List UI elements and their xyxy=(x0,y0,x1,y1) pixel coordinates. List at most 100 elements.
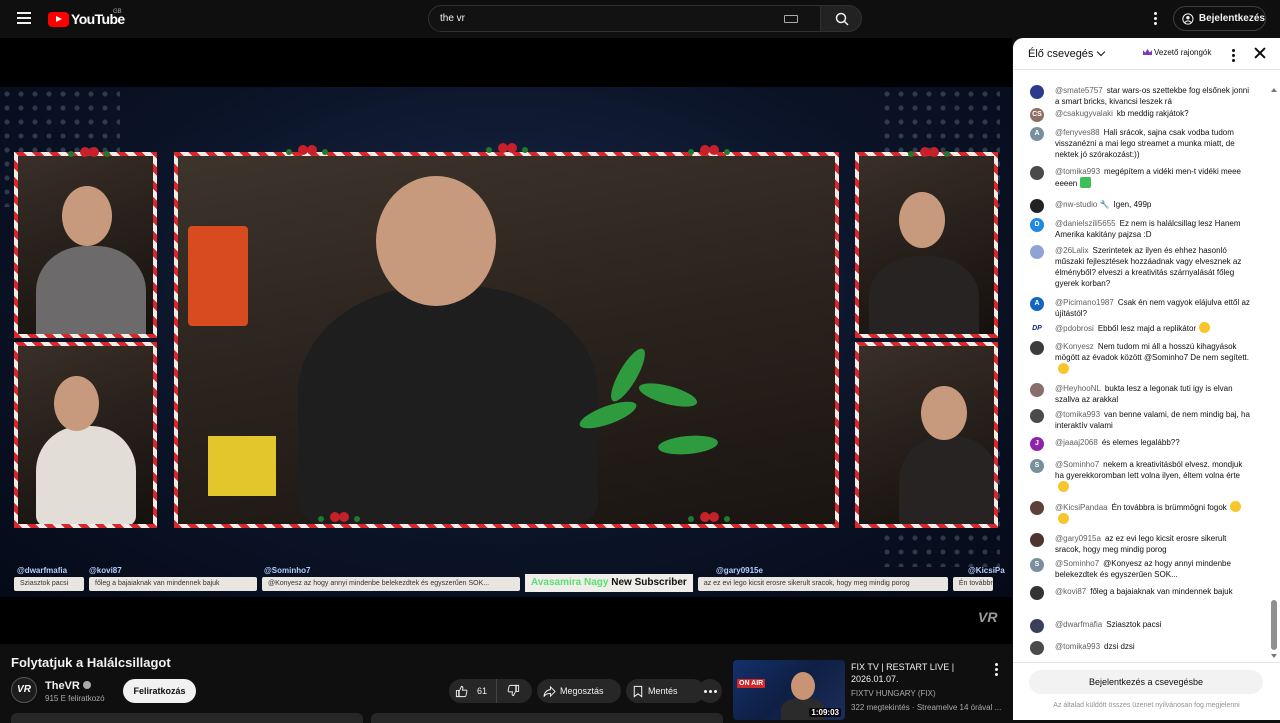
subscriber-count: 915 E feliratkozó xyxy=(45,694,105,703)
chat-message: @dwarfmafia Sziasztok pacsi xyxy=(1030,619,1250,633)
chat-author-avatar[interactable]: A xyxy=(1030,127,1044,141)
settings-menu-icon[interactable] xyxy=(1150,10,1160,28)
chat-author-avatar[interactable] xyxy=(1030,166,1044,180)
new-subscriber-alert: Avasamira Nagy New Subscriber xyxy=(525,574,693,592)
holly-decoration xyxy=(700,145,710,155)
chat-author-avatar[interactable]: J xyxy=(1030,437,1044,451)
chat-author-name[interactable]: @dwarfmafia xyxy=(1055,620,1102,629)
emoji-icon xyxy=(1199,322,1211,333)
chat-author-name[interactable]: @gary0915a xyxy=(1055,534,1101,543)
live-chat-panel: Élő csevegés Vezető rajongók @smate5757 s… xyxy=(1013,38,1280,720)
chat-author-name[interactable]: @tomika993 xyxy=(1055,167,1100,176)
chat-mode-dropdown[interactable]: Élő csevegés xyxy=(1028,47,1106,60)
save-label: Mentés xyxy=(648,686,678,696)
chat-message-text: Én továbbra is brümmögni fogok xyxy=(1111,503,1227,512)
channel-watermark[interactable]: VR xyxy=(978,609,997,625)
chat-author-name[interactable]: @jaaaj2068 xyxy=(1055,438,1098,447)
chat-message: @smate5757 star wars-os szettekbe fog els… xyxy=(1030,85,1250,107)
chat-author-name[interactable]: @Sominho7 xyxy=(1055,559,1099,568)
chat-author-name[interactable]: @Sominho7 xyxy=(1055,460,1099,469)
save-button[interactable]: Mentés xyxy=(626,679,705,703)
ticker-message: főleg a bajaiaknak van mindennek bajuk xyxy=(89,577,257,591)
close-icon[interactable] xyxy=(1253,46,1267,60)
channel-avatar[interactable]: VR xyxy=(11,677,37,703)
chat-author-name[interactable]: @fenyves88 xyxy=(1055,128,1100,137)
chat-author-name[interactable]: @KicsiPandaa xyxy=(1055,503,1108,512)
chat-author-name[interactable]: @kovi87 xyxy=(1055,587,1086,596)
chat-author-avatar[interactable] xyxy=(1030,619,1044,633)
dislike-button[interactable] xyxy=(497,684,520,699)
chat-author-avatar[interactable] xyxy=(1030,341,1044,355)
holly-decoration xyxy=(80,147,90,157)
chat-author-name[interactable]: @pdobrosi xyxy=(1055,324,1094,333)
search-input[interactable]: the vr xyxy=(428,5,821,32)
chat-message: @nw-studio 🔧 Igen, 499p xyxy=(1030,199,1250,213)
chat-author-name[interactable]: @HeyhooNL xyxy=(1055,384,1101,393)
search-button[interactable] xyxy=(820,5,862,32)
region-label: GB xyxy=(113,9,122,15)
chat-author-name[interactable]: @danielszili5655 xyxy=(1055,219,1116,228)
chat-message: @tomika993 dzsi dzsi xyxy=(1030,641,1250,655)
chat-ticker-overlay: Sziasztok pacsi főleg a bajaiaknak van m… xyxy=(14,574,1012,594)
chat-author-avatar[interactable] xyxy=(1030,409,1044,423)
emoji-icon xyxy=(1058,481,1069,492)
chat-message-list[interactable]: @smate5757 star wars-os szettekbe fog els… xyxy=(1013,71,1270,662)
chat-author-name[interactable]: @Picimano1987 xyxy=(1055,298,1114,307)
chat-menu-icon[interactable] xyxy=(1229,47,1237,63)
chat-author-name[interactable]: @smate5757 xyxy=(1055,86,1103,95)
chat-author-avatar[interactable]: CS xyxy=(1030,108,1044,122)
signin-button[interactable]: Bejelentkezés xyxy=(1173,6,1266,31)
recommended-channel[interactable]: FIXTV HUNGARY (FIX) xyxy=(851,689,936,698)
chat-scrollbar-thumb[interactable] xyxy=(1271,600,1277,650)
recommended-menu-icon[interactable] xyxy=(991,661,1001,677)
on-air-badge: ON AIR xyxy=(737,679,766,688)
chat-message: @HeyhooNL bukta lesz a legonak tuti igy i… xyxy=(1030,383,1250,405)
subscribe-button[interactable]: Feliratkozás xyxy=(123,679,196,703)
chat-message-text: dzsi dzsi xyxy=(1104,642,1135,651)
camera-frame-right-top xyxy=(855,152,998,338)
chat-author-name[interactable]: @nw-studio 🔧 xyxy=(1055,200,1110,209)
like-count: 61 xyxy=(477,686,488,696)
more-actions-button[interactable] xyxy=(698,679,722,703)
chat-author-avatar[interactable]: D xyxy=(1030,218,1044,232)
top-fans-button[interactable]: Vezető rajongók xyxy=(1143,48,1211,57)
chat-author-avatar[interactable]: DP xyxy=(1030,322,1044,336)
chat-author-avatar[interactable] xyxy=(1030,85,1044,99)
description-panel[interactable] xyxy=(11,713,363,723)
chat-signin-button[interactable]: Bejelentkezés a csevegésbe xyxy=(1029,670,1263,694)
chat-author-avatar[interactable] xyxy=(1030,383,1044,397)
menu-icon[interactable] xyxy=(13,9,35,29)
channel-name[interactable]: TheVR xyxy=(45,680,91,692)
chat-message: @26Lalix Szerintetek az ilyen és ehhez ha… xyxy=(1030,245,1250,289)
chat-author-avatar[interactable]: S xyxy=(1030,459,1044,473)
chat-author-name[interactable]: @26Lalix xyxy=(1055,246,1088,255)
chat-author-avatar[interactable]: S xyxy=(1030,558,1044,572)
chat-author-name[interactable]: @Konyesz xyxy=(1055,342,1094,351)
like-button[interactable]: 61 xyxy=(449,679,497,703)
camera-frame-main xyxy=(174,152,839,528)
chat-public-note: Az általad küldött összes üzenet nyilván… xyxy=(1053,702,1240,709)
chat-author-avatar[interactable] xyxy=(1030,501,1044,515)
scroll-down-icon[interactable] xyxy=(1271,654,1277,658)
chat-author-name[interactable]: @tomika993 xyxy=(1055,410,1100,419)
chat-author-avatar[interactable] xyxy=(1030,586,1044,600)
video-player[interactable]: @dwarfmafia @kovi87 @Sominho7 @gary0915e… xyxy=(0,38,1012,644)
chat-message: @tomika993 megépítem a vidéki men-t vidék… xyxy=(1030,166,1250,189)
chat-author-name[interactable]: @csakugyvalaki xyxy=(1055,109,1113,118)
chevron-down-icon xyxy=(1097,47,1106,57)
chat-author-name[interactable]: @tomika993 xyxy=(1055,642,1100,651)
search-icon xyxy=(835,12,849,26)
chat-author-avatar[interactable] xyxy=(1030,199,1044,213)
keyboard-icon[interactable] xyxy=(784,15,798,23)
share-button[interactable]: Megosztás xyxy=(537,679,621,703)
chat-author-avatar[interactable] xyxy=(1030,641,1044,655)
recommended-thumbnail[interactable]: ON AIR 1:09:03 xyxy=(733,660,845,720)
recommended-title[interactable]: FIX TV | RESTART LIVE | 2026.01.07. xyxy=(851,661,981,685)
chat-author-avatar[interactable] xyxy=(1030,245,1044,259)
search-query[interactable]: the vr xyxy=(440,13,465,24)
scroll-up-icon[interactable] xyxy=(1271,88,1277,92)
chat-author-avatar[interactable] xyxy=(1030,533,1044,547)
recommended-meta: 322 megtekintés · Streamelve 14 órával .… xyxy=(851,703,1002,712)
comments-panel[interactable] xyxy=(371,713,723,723)
chat-author-avatar[interactable]: A xyxy=(1030,297,1044,311)
